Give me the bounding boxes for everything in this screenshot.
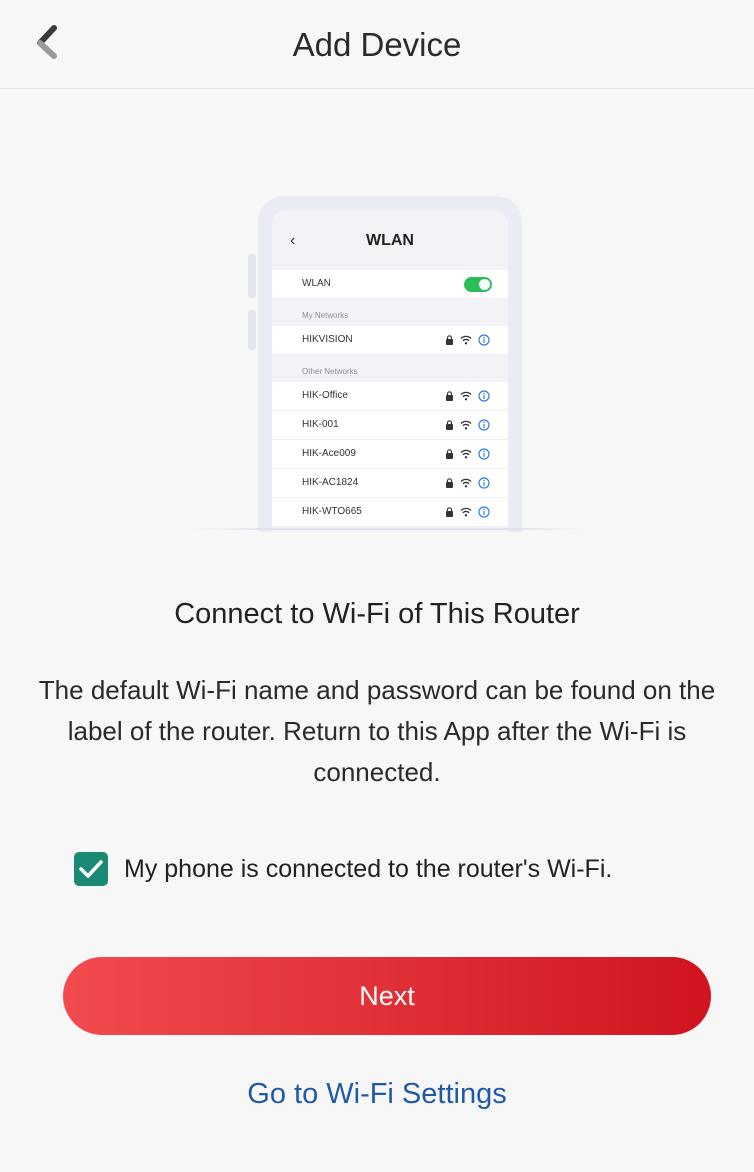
wifi-signal-icon — [460, 507, 472, 517]
wifi-signal-icon — [460, 478, 472, 488]
network-row: HIK-AC1824 — [272, 469, 508, 498]
info-icon — [478, 334, 490, 346]
wlan-screen-title: WLAN — [366, 232, 414, 249]
wifi-signal-icon — [460, 449, 472, 459]
wifi-settings-link[interactable]: Go to Wi-Fi Settings — [0, 1078, 754, 1111]
network-name: HIKVISION — [302, 334, 353, 345]
lock-icon — [446, 507, 453, 517]
phone-side-button — [248, 254, 256, 298]
network-name: HIK-Ace009 — [302, 448, 356, 459]
network-name: HIK-001 — [302, 419, 339, 430]
network-row: HIK-001 — [272, 411, 508, 440]
network-status-icons — [445, 418, 490, 432]
network-status-icons — [445, 476, 490, 490]
network-name: HIK-WTO665 — [302, 506, 362, 517]
network-row: HIK-WTO665 — [272, 498, 508, 527]
wifi-signal-icon — [460, 391, 472, 401]
my-networks-section: My Networks — [272, 299, 508, 326]
connected-checkbox[interactable] — [74, 852, 108, 886]
connected-confirmation[interactable]: My phone is connected to the router's Wi… — [74, 851, 612, 887]
wlan-illustration: ‹ WLAN WLAN My Networks HIKVISION Other … — [190, 192, 590, 532]
info-icon — [478, 477, 490, 489]
network-row: HIKVISION — [272, 326, 508, 355]
page-title: Add Device — [292, 26, 462, 63]
network-name: HIK-AC1824 — [302, 477, 359, 488]
other-networks-heading: Other Networks — [302, 367, 358, 376]
wifi-signal-icon — [460, 420, 472, 430]
illustration-baseline — [190, 528, 590, 530]
checkmark-icon — [79, 860, 103, 878]
network-row: HIK-Ace009 — [272, 440, 508, 469]
network-name: HIK-Office — [302, 390, 348, 401]
wlan-toggle-row: WLAN — [272, 270, 508, 299]
phone-screen: ‹ WLAN WLAN My Networks HIKVISION Other … — [272, 210, 508, 532]
network-status-icons — [445, 333, 490, 347]
other-networks-list: HIK-Office HIK-001 HIK-Ace009 HIK-AC1824 HIK… — [272, 382, 508, 527]
lock-icon — [446, 391, 453, 401]
checkbox-label: My phone is connected to the router's Wi… — [124, 854, 613, 883]
info-icon — [478, 419, 490, 431]
lock-icon — [446, 449, 453, 459]
lock-icon — [446, 478, 453, 488]
wlan-label: WLAN — [302, 278, 331, 289]
network-row: HIK-Office — [272, 382, 508, 411]
info-icon — [478, 506, 490, 518]
network-status-icons — [445, 505, 490, 519]
my-networks-heading: My Networks — [302, 311, 349, 320]
network-status-icons — [445, 389, 490, 403]
next-button[interactable]: Next — [63, 957, 711, 1035]
wlan-screen-header: ‹ WLAN — [272, 210, 508, 270]
header-bar: Add Device — [0, 0, 754, 89]
info-icon — [478, 390, 490, 402]
info-icon — [478, 448, 490, 460]
wlan-toggle — [464, 277, 492, 292]
instruction-title: Connect to Wi-Fi of This Router — [174, 598, 580, 630]
my-networks-list: HIKVISION — [272, 326, 508, 355]
phone-side-button — [248, 310, 256, 350]
wifi-signal-icon — [460, 335, 472, 345]
other-networks-section: Other Networks — [272, 355, 508, 382]
lock-icon — [446, 420, 453, 430]
lock-icon — [446, 335, 453, 345]
network-status-icons — [445, 447, 490, 461]
instruction-description: The default Wi-Fi name and password can … — [38, 675, 716, 787]
